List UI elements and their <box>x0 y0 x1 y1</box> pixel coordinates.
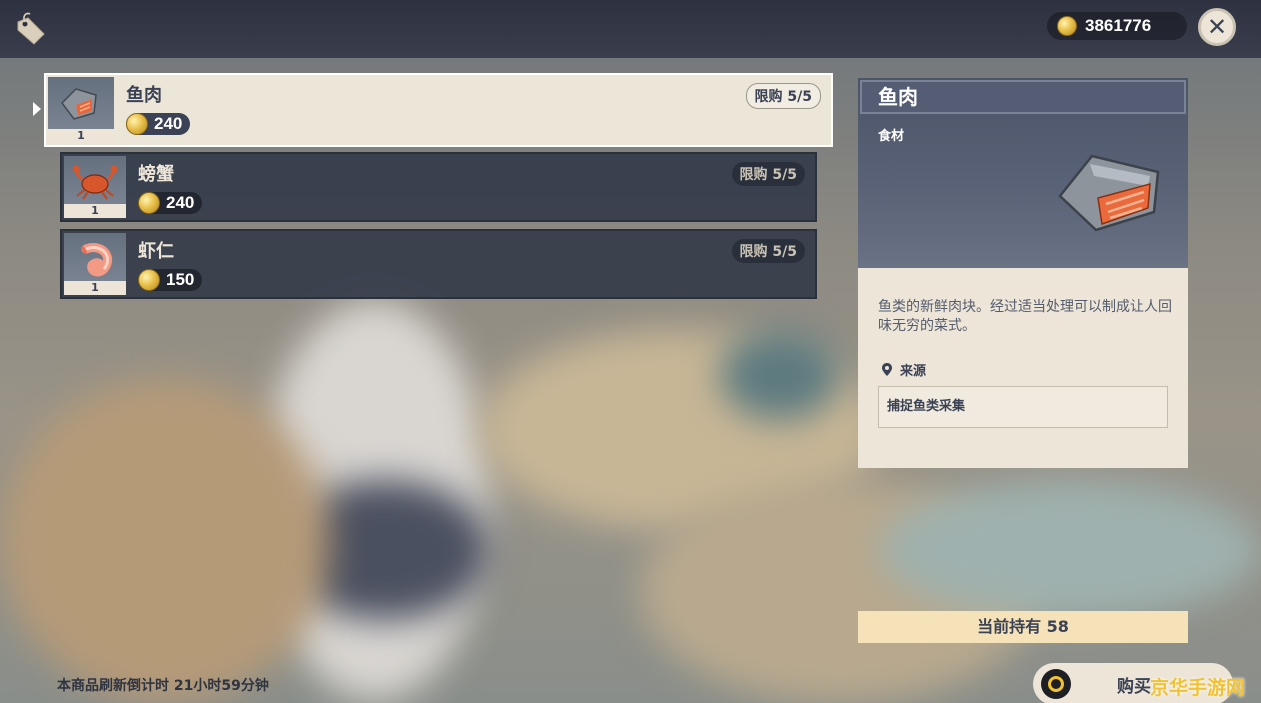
purchase-limit-badge: 限购 5/5 <box>731 239 805 263</box>
fish-meat-icon <box>61 88 97 120</box>
mora-balance: 3861776 <box>1047 12 1187 40</box>
mora-coin-icon <box>138 269 160 291</box>
shrimp-icon <box>80 243 113 277</box>
item-name: 鱼肉 <box>126 85 162 106</box>
item-thumbnail: 1 <box>64 233 126 295</box>
item-price: 150 <box>138 269 203 291</box>
selection-arrow-icon <box>33 102 41 116</box>
confirm-circle-icon <box>1041 669 1071 699</box>
detail-title: 鱼肉 <box>860 80 1186 114</box>
item-quantity: 1 <box>64 204 126 218</box>
fish-meat-icon <box>1058 154 1160 232</box>
source-entry[interactable]: 捕捉鱼类采集 <box>878 386 1168 428</box>
buy-button-label: 购买 <box>1117 676 1151 697</box>
mora-coin-icon <box>138 192 160 214</box>
item-thumbnail: 1 <box>64 156 126 218</box>
owned-count: 当前持有 58 <box>858 611 1188 643</box>
item-name: 虾仁 <box>138 241 174 262</box>
item-quantity: 1 <box>64 281 126 295</box>
purchase-limit-badge: 限购 5/5 <box>745 83 821 109</box>
purchase-limit-badge: 限购 5/5 <box>731 162 805 186</box>
close-icon: ✕ <box>1206 13 1228 41</box>
location-pin-icon <box>882 363 892 376</box>
shop-tag-icon <box>17 12 45 45</box>
source-label-text: 来源 <box>900 364 927 379</box>
shop-item-shrimp[interactable]: 1 虾仁 150 限购 5/5 <box>60 229 817 299</box>
mora-coin-icon <box>1057 16 1077 36</box>
shop-item-fish-meat[interactable]: 1 鱼肉 240 限购 5/5 <box>44 73 833 147</box>
crab-icon <box>72 165 118 200</box>
watermark: 京华手游网 <box>1150 677 1246 699</box>
close-button[interactable]: ✕ <box>1198 8 1236 46</box>
detail-item-type: 食材 <box>878 129 905 144</box>
detail-body: 鱼类的新鲜肉块。经过适当处理可以制成让人回味无穷的菜式。 来源 捕捉鱼类采集 <box>858 268 1188 468</box>
item-price-value: 240 <box>154 114 183 133</box>
item-quantity: 1 <box>48 129 114 143</box>
item-detail-panel: 鱼肉 食材 鱼类的新鲜肉块。经过适当处理可以制成让人回味无穷的菜式。 来源 捕捉… <box>858 78 1188 468</box>
item-price: 240 <box>138 192 203 214</box>
detail-description: 鱼类的新鲜肉块。经过适当处理可以制成让人回味无穷的菜式。 <box>878 299 1172 334</box>
top-bar: 3861776 ✕ <box>0 0 1261 58</box>
mora-value: 3861776 <box>1085 16 1152 35</box>
item-price-value: 150 <box>166 270 195 289</box>
refresh-countdown: 本商品刷新倒计时 21小时59分钟 <box>57 678 269 694</box>
shop-item-crab[interactable]: 1 螃蟹 240 限购 5/5 <box>60 152 817 222</box>
mora-coin-icon <box>126 113 148 135</box>
item-thumbnail: 1 <box>48 77 114 143</box>
item-price-value: 240 <box>166 193 195 212</box>
detail-header: 鱼肉 食材 <box>858 78 1188 268</box>
item-price: 240 <box>126 113 191 135</box>
item-name: 螃蟹 <box>138 164 174 185</box>
source-label: 来源 <box>882 360 926 379</box>
